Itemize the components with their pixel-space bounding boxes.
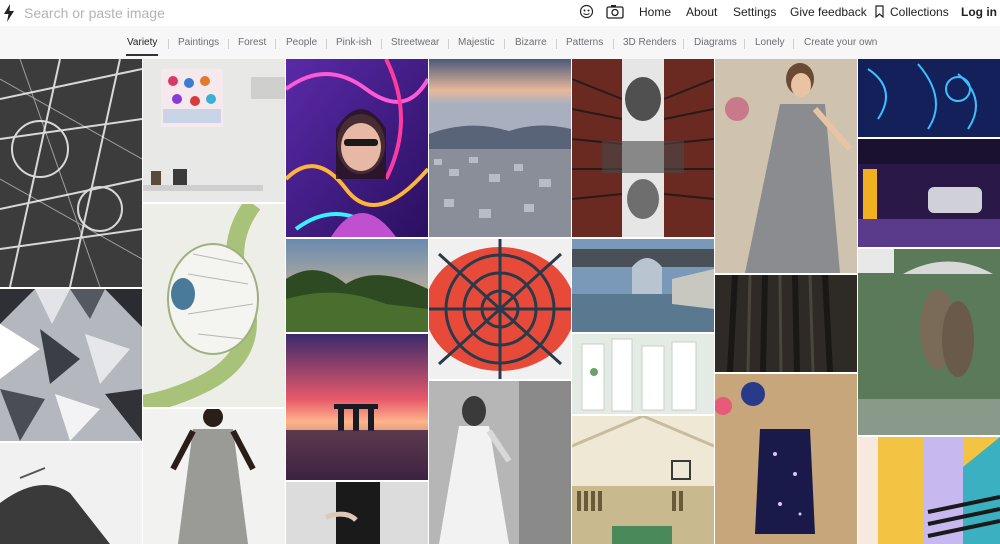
gallery-image-hand-black-panel[interactable]	[286, 482, 428, 544]
nav-collections[interactable]: Collections	[890, 5, 949, 19]
gallery-image-car-stage[interactable]	[858, 139, 1000, 247]
category-paintings[interactable]: Paintings	[178, 37, 219, 48]
gallery-image-statue-fountain[interactable]	[858, 249, 1000, 435]
gallery-image-bookshelf-clouds[interactable]	[572, 59, 714, 237]
category-patterns[interactable]: Patterns	[566, 37, 603, 48]
gallery-image-neon-blue-art[interactable]	[858, 59, 1000, 137]
top-bar: Home About Settings Give feedback Collec…	[0, 0, 1000, 26]
category-majestic[interactable]: Majestic	[458, 37, 495, 48]
gallery-image-jungle-sunset[interactable]	[286, 239, 428, 332]
gallery-image-galaxy-shirt-flatlay[interactable]	[715, 374, 857, 544]
category-separator	[744, 39, 745, 49]
image-gallery	[0, 59, 1000, 544]
nav-about[interactable]: About	[686, 5, 717, 19]
category-separator	[448, 39, 449, 49]
category-separator	[228, 39, 229, 49]
gallery-image-glass-bottles[interactable]	[572, 334, 714, 414]
category-separator	[326, 39, 327, 49]
category-diagrams[interactable]: Diagrams	[694, 37, 737, 48]
gallery-image-scrap-metal[interactable]	[0, 59, 142, 287]
category-bizarre[interactable]: Bizarre	[515, 37, 547, 48]
gallery-image-geometric-cubes[interactable]	[0, 289, 142, 441]
category-streetwear[interactable]: Streetwear	[391, 37, 439, 48]
category-bar: Variety Paintings Forest People Pink-ish…	[0, 26, 1000, 59]
nav-home[interactable]: Home	[639, 5, 671, 19]
gallery-image-color-blocks[interactable]	[858, 437, 1000, 544]
gallery-image-singapore-sunset[interactable]	[286, 334, 428, 480]
nav-settings[interactable]: Settings	[733, 5, 776, 19]
gallery-image-city-plan-diagram[interactable]	[143, 204, 285, 407]
camera-icon[interactable]	[606, 4, 624, 19]
category-forest[interactable]: Forest	[238, 37, 266, 48]
category-separator	[793, 39, 794, 49]
gallery-image-gray-dress-model[interactable]	[143, 409, 285, 544]
category-separator	[683, 39, 684, 49]
category-separator	[613, 39, 614, 49]
gallery-image-woman-painting[interactable]	[715, 59, 857, 273]
category-pink-ish[interactable]: Pink-ish	[336, 37, 372, 48]
search-input[interactable]	[24, 2, 444, 24]
category-create-your-own[interactable]: Create your own	[804, 37, 877, 48]
category-separator	[275, 39, 276, 49]
gallery-image-geometric-dome[interactable]	[429, 239, 571, 379]
category-lonely[interactable]: Lonely	[755, 37, 784, 48]
gallery-image-library-interior[interactable]	[572, 416, 714, 544]
gallery-image-wooden-logs[interactable]	[715, 275, 857, 372]
gallery-image-white-dress-bw[interactable]	[429, 381, 571, 544]
gallery-image-wall-art-room[interactable]	[143, 59, 285, 202]
gallery-image-neon-portrait[interactable]	[286, 59, 428, 237]
login-button[interactable]: Log in	[961, 5, 997, 19]
category-3d-renders[interactable]: 3D Renders	[623, 37, 676, 48]
category-separator	[168, 39, 169, 49]
gallery-image-bridge-river[interactable]	[572, 239, 714, 332]
gallery-image-city-aerial[interactable]	[429, 59, 571, 237]
bookmark-icon[interactable]	[875, 5, 884, 18]
category-separator	[504, 39, 505, 49]
category-separator	[556, 39, 557, 49]
category-people[interactable]: People	[286, 37, 317, 48]
bolt-icon[interactable]	[3, 4, 15, 22]
category-variety[interactable]: Variety	[127, 37, 157, 48]
nav-give-feedback[interactable]: Give feedback	[790, 5, 867, 19]
active-category-indicator	[126, 54, 158, 56]
category-separator	[381, 39, 382, 49]
gallery-image-black-dress[interactable]	[0, 443, 142, 544]
search-icon[interactable]	[579, 4, 594, 19]
